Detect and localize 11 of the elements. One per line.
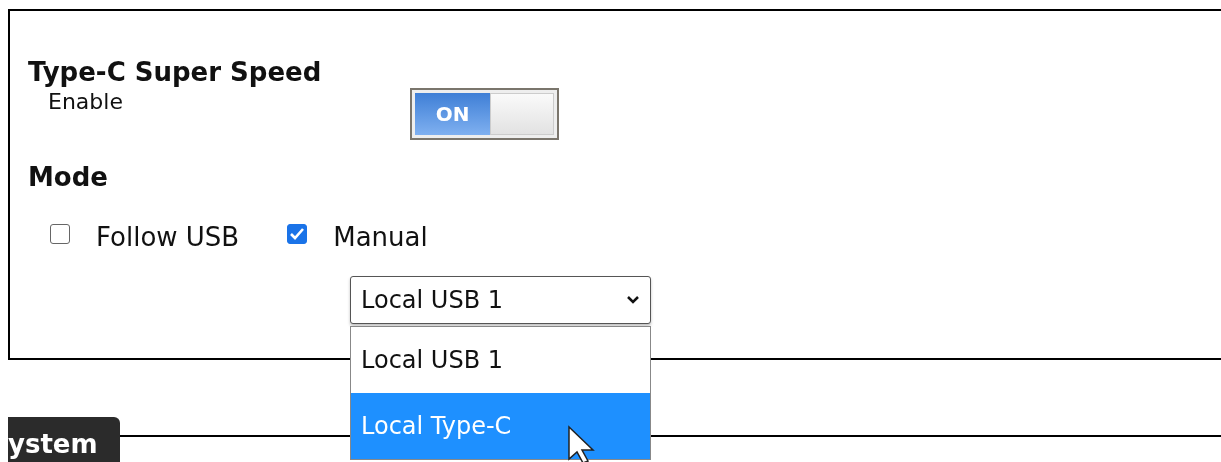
dropdown[interactable]: Local USB 1: [350, 276, 651, 324]
checkbox-label: Manual: [333, 221, 428, 254]
mode-title: Mode: [28, 161, 109, 194]
enable-label: Enable: [48, 88, 124, 116]
checkbox[interactable]: [287, 224, 308, 244]
chevron-down-icon: [626, 295, 640, 305]
section-tab[interactable]: ystem: [8, 417, 120, 462]
checkbox[interactable]: [50, 224, 70, 244]
dropdown-option[interactable]: Local USB 1: [351, 327, 650, 393]
section-title: Type-C Super Speed: [28, 56, 323, 88]
checkbox-label: Follow USB: [96, 221, 240, 254]
